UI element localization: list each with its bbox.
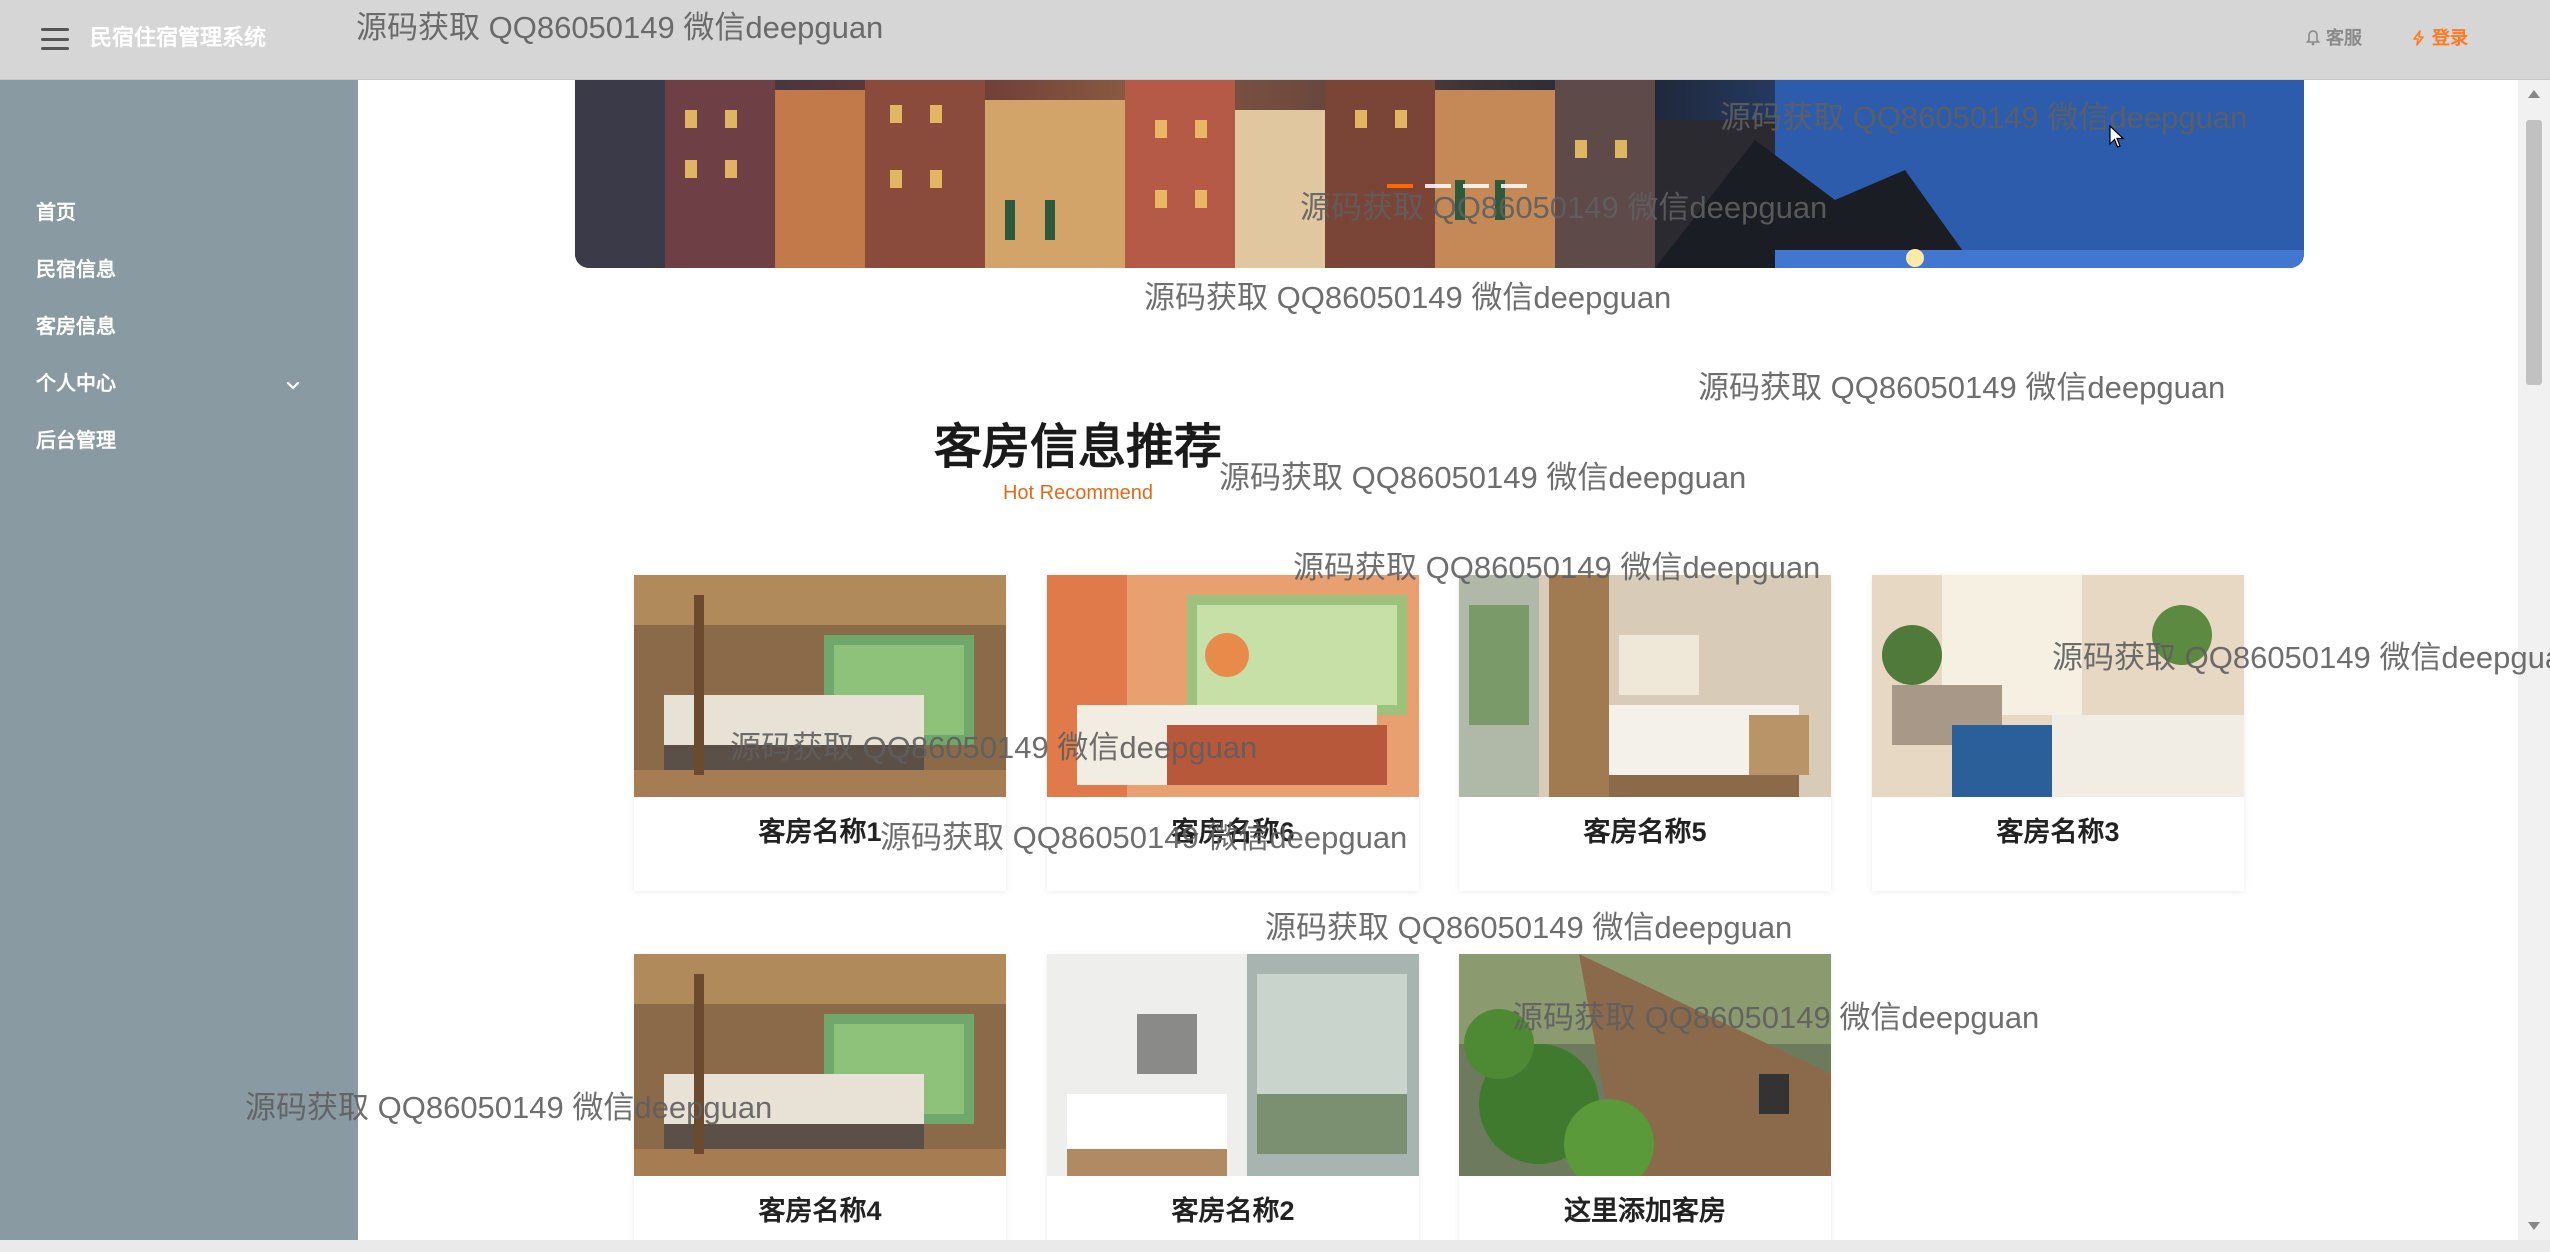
lightning-icon [2413,30,2424,46]
room-photo [1459,575,1831,797]
vertical-scrollbar[interactable] [2518,80,2550,1240]
room-card[interactable]: 客房名称5 [1459,575,1831,891]
carousel-indicators [1387,184,1527,188]
sidebar: 首页 民宿信息 客房信息 个人中心 后台管理 [0,80,358,1240]
sidebar-item-homestay-info[interactable]: 民宿信息 [0,242,358,299]
carousel-dot[interactable] [1463,184,1489,188]
room-name: 客房名称6 [1171,817,1295,847]
room-card[interactable]: 客房名称3 [1872,575,2244,891]
bell-icon [2306,30,2320,46]
room-card[interactable]: 客房名称6 [1047,575,1419,891]
sidebar-item-label: 个人中心 [36,373,116,395]
login-button[interactable]: 登录 [2412,22,2468,54]
service-label: 客服 [2326,28,2362,48]
carousel-dot[interactable] [1425,184,1451,188]
carousel-dot[interactable] [1387,184,1413,188]
horizontal-scrollbar[interactable] [0,1240,2550,1252]
room-name: 客房名称3 [1996,817,2120,847]
room-card[interactable]: 这里添加客房 [1459,954,1831,1240]
scroll-thumb[interactable] [2526,120,2542,385]
sidebar-item-home[interactable]: 首页 [0,185,358,242]
banner-carousel[interactable] [575,80,2304,268]
room-name: 这里添加客房 [1564,1196,1726,1226]
room-photo [634,954,1006,1176]
room-photo [1047,575,1419,797]
room-photo [1047,954,1419,1176]
sidebar-item-room-info[interactable]: 客房信息 [0,299,358,356]
room-name: 客房名称4 [758,1196,882,1226]
room-name: 客房名称2 [1171,1196,1295,1226]
sidebar-item-label: 客房信息 [36,316,116,338]
carousel-dot[interactable] [1501,184,1527,188]
room-card[interactable]: 客房名称1 [634,575,1006,891]
scroll-down-icon[interactable] [2528,1222,2540,1230]
sidebar-item-label: 首页 [36,202,76,224]
sidebar-item-admin[interactable]: 后台管理 [0,413,358,470]
room-photo [634,575,1006,797]
chevron-down-icon[interactable] [285,378,301,394]
room-name: 客房名称5 [1583,817,1707,847]
room-photo [1459,954,1831,1176]
app-title: 民宿住宿管理系统 [90,25,267,50]
room-photo [1872,575,2244,797]
sidebar-item-label: 后台管理 [36,430,116,452]
menu-toggle-icon[interactable] [38,24,72,54]
section-title: 客房信息推荐 [933,421,1222,474]
room-card[interactable]: 客房名称4 [634,954,1006,1240]
room-name: 客房名称1 [758,817,882,847]
top-bar: 民宿住宿管理系统 客服 登录 [0,0,2550,80]
main-content: 客房信息推荐 Hot Recommend 客房名称1 客房名称6 客房名称5 客… [358,80,2518,1240]
top-actions: 客服 登录 [2306,22,2468,54]
section-subtitle: Hot Recommend [1002,482,1154,504]
room-card[interactable]: 客房名称2 [1047,954,1419,1240]
login-label: 登录 [2432,28,2468,48]
sidebar-item-label: 民宿信息 [36,259,116,281]
banner-image [575,80,2304,268]
mouse-cursor-icon [2109,125,2125,148]
sidebar-item-personal-center[interactable]: 个人中心 [0,356,358,413]
service-button[interactable]: 客服 [2306,22,2362,54]
scroll-up-icon[interactable] [2528,90,2540,98]
